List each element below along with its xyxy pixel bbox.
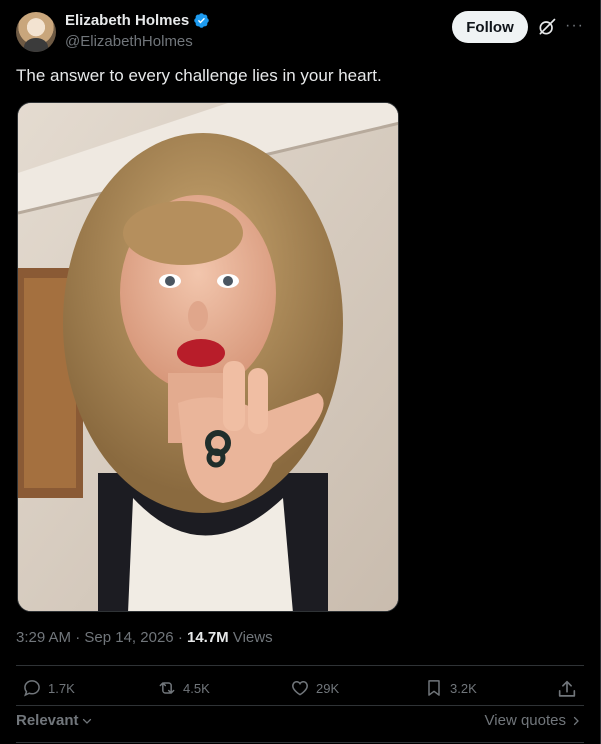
author-name-row[interactable]: Elizabeth Holmes — [65, 12, 210, 29]
bookmark-icon — [428, 680, 440, 696]
avatar[interactable] — [16, 12, 56, 52]
divider — [16, 705, 584, 706]
bookmark-button[interactable]: 3.2K — [424, 678, 477, 698]
repost-icon — [159, 682, 175, 694]
reply-count: 1.7K — [48, 680, 75, 696]
share-icon[interactable] — [556, 678, 578, 700]
chevron-right-icon — [573, 716, 579, 725]
post-time[interactable]: 3:29 AM — [16, 629, 71, 646]
meta-separator: · — [177, 629, 187, 646]
meta-separator: · — [75, 629, 85, 646]
repost-button[interactable]: 4.5K — [157, 678, 210, 698]
grok-icon[interactable] — [537, 17, 557, 37]
divider — [16, 742, 584, 743]
chevron-down-icon — [82, 718, 91, 724]
repost-count: 4.5K — [183, 680, 210, 696]
view-quotes-label: View quotes — [484, 712, 566, 729]
like-button[interactable]: 29K — [290, 678, 339, 698]
views-label: Views — [232, 629, 273, 646]
post-date[interactable]: Sep 14, 2026 — [84, 629, 173, 646]
post-meta: 3:29 AM · Sep 14, 2026 · 14.7M Views — [16, 629, 273, 646]
divider — [16, 665, 584, 666]
post-photo[interactable] — [17, 102, 399, 612]
follow-button[interactable]: Follow — [452, 11, 528, 43]
bookmark-count: 3.2K — [450, 680, 477, 696]
reply-icon — [24, 680, 40, 697]
sort-relevant-label: Relevant — [16, 712, 79, 729]
post-detail: Elizabeth Holmes @ElizabethHolmes Follow… — [0, 0, 601, 744]
view-quotes-link[interactable]: View quotes — [485, 712, 582, 729]
heart-icon — [292, 680, 308, 696]
like-count: 29K — [316, 680, 340, 696]
author-handle[interactable]: @ElizabethHolmes — [65, 33, 193, 50]
views-count: 14.7M — [186, 629, 229, 646]
more-icon[interactable]: ··· — [565, 14, 583, 38]
sort-relevant-dropdown[interactable]: Relevant — [16, 712, 93, 729]
post-text: The answer to every challenge lies in yo… — [16, 66, 382, 85]
reply-button[interactable]: 1.7K — [22, 678, 75, 698]
author-display-name[interactable]: Elizabeth Holmes — [65, 12, 189, 29]
post-photo-image — [18, 103, 398, 611]
verified-badge-icon — [194, 13, 209, 28]
